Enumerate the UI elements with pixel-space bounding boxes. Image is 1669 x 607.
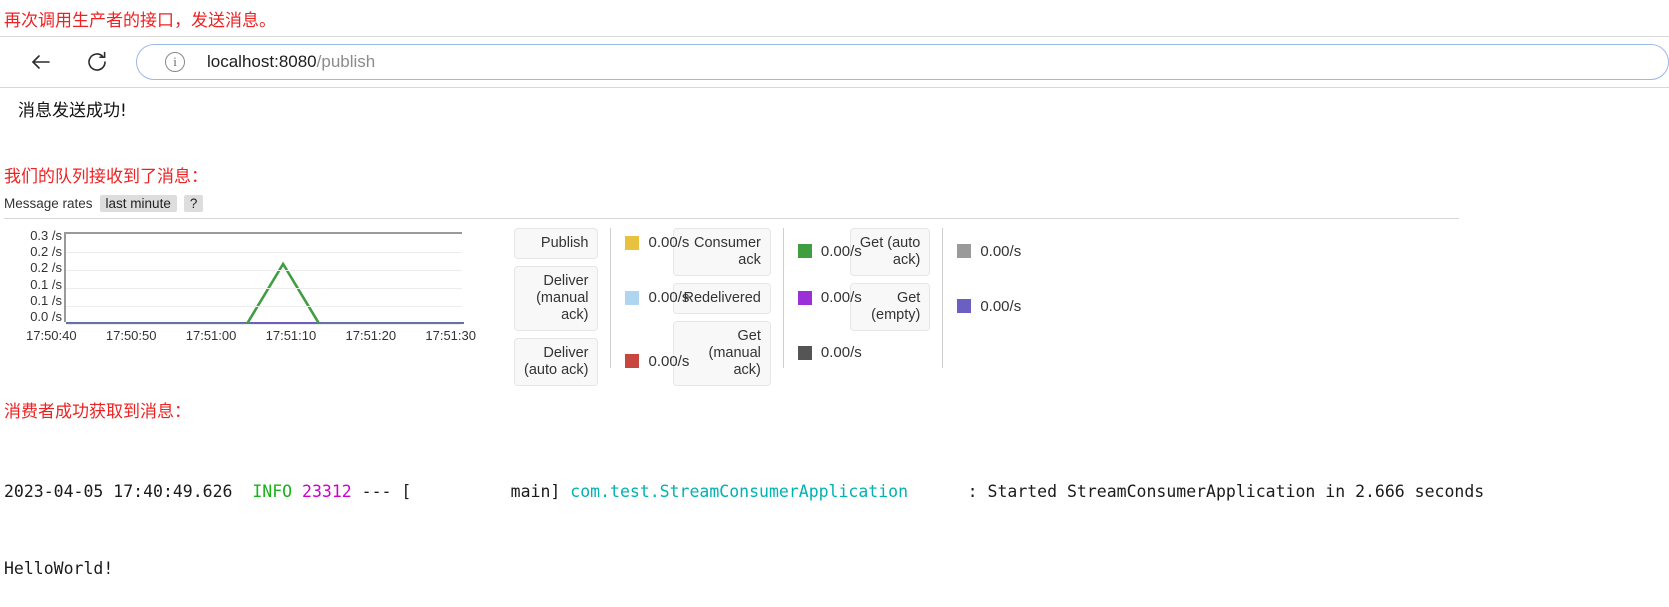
message-rates-title: Message rates — [4, 196, 93, 211]
log-level: INFO — [252, 482, 293, 502]
metric-value-row: 0.00/s — [957, 298, 1021, 315]
metric-label[interactable]: Deliver (manual ack) — [514, 265, 599, 331]
chart-gridline — [66, 270, 462, 271]
log-logger: com.test.StreamConsumerApplication — [570, 482, 909, 502]
metric-value-row: 0.00/s — [625, 289, 689, 306]
chart-x-axis: 17:50:40 17:50:50 17:51:00 17:51:10 17:51:20… — [26, 328, 476, 343]
chart-x-tick: 17:50:40 — [26, 328, 77, 343]
chart-gridline — [66, 306, 462, 307]
rates-chart: 0.3 /s 0.2 /s 0.2 /s 0.1 /s 0.1 /s 0.0 /s 17:… — [6, 228, 476, 360]
url-host: localhost:8080 — [207, 52, 317, 71]
legend-swatch-icon — [625, 235, 640, 250]
legend-swatch-icon — [957, 299, 972, 314]
log-separator: --- [ — [361, 482, 412, 502]
metric-rate-value: 0.00/s — [648, 234, 690, 252]
legend-values-consumer: 0.00/s 0.00/s 0.00/s — [782, 228, 862, 368]
legend-labels-consumer: Consumer ack Redelivered Get (manual ack) — [673, 228, 782, 386]
chart-y-tick: 0.2 /s — [30, 260, 62, 276]
chart-y-tick: 0.2 /s — [30, 244, 62, 260]
console-line-1: 2023-04-05 17:40:49.626 INFO 23312 --- [… — [4, 479, 1669, 505]
message-rates-header: Message rates last minute ? — [4, 195, 1459, 219]
metric-label[interactable]: Publish — [514, 228, 599, 259]
legend-values-get: 0.00/s 0.00/s — [942, 228, 1021, 368]
annotation-queue: 我们的队列接收到了消息： — [4, 167, 208, 187]
legend-values-publish: 0.00/s 0.00/s 0.00/s — [610, 228, 689, 370]
metric-rate-value: 0.00/s — [820, 289, 862, 307]
rates-period-button[interactable]: last minute — [99, 195, 177, 212]
metric-label[interactable]: Get (empty) — [849, 282, 931, 331]
legend-swatch-icon — [625, 354, 640, 369]
console-output: 2023-04-05 17:40:49.626 INFO 23312 --- [… — [4, 428, 1669, 607]
metric-rate-value: 0.00/s — [648, 352, 690, 370]
message-rates-panel: 0.3 /s 0.2 /s 0.2 /s 0.1 /s 0.1 /s 0.0 /s 17:… — [0, 228, 1460, 386]
chart-gridline — [66, 324, 462, 325]
metric-value-row: 0.00/s — [797, 242, 862, 260]
address-bar[interactable]: i localhost:8080/publish — [136, 44, 1669, 80]
chart-series-svg — [66, 261, 464, 324]
legend-group-consumer: Consumer ack Redelivered Get (manual ack) 0.0… — [673, 228, 862, 386]
chart-x-tick: 17:51:30 — [425, 328, 476, 343]
chart-gridline — [66, 288, 462, 289]
annotation-consumer: 消费者成功获取到消息： — [4, 402, 191, 422]
chart-x-tick: 17:51:00 — [185, 328, 237, 343]
chart-plot-area — [64, 232, 464, 325]
address-bar-url: localhost:8080/publish — [207, 52, 375, 72]
browser-toolbar: i localhost:8080/publish — [0, 36, 1669, 88]
chart-y-axis: 0.3 /s 0.2 /s 0.2 /s 0.1 /s 0.1 /s 0.0 /s — [6, 228, 62, 324]
chart-y-tick: 0.0 /s — [30, 308, 62, 324]
metric-rate-value: 0.00/s — [980, 297, 1022, 315]
chart-gridline — [66, 252, 462, 253]
publish-result-text: 消息发送成功! — [18, 101, 127, 121]
chart-y-tick: 0.1 /s — [30, 276, 62, 292]
legend-group-get: Get (auto ack) Get (empty) 0.00/s 0.00/s — [849, 228, 1021, 368]
legend-labels-get: Get (auto ack) Get (empty) — [849, 228, 942, 331]
metric-rate-value: 0.00/s — [980, 242, 1022, 260]
legend-swatch-icon — [957, 244, 972, 259]
annotation-top: 再次调用生产者的接口，发送消息。 — [4, 11, 276, 31]
log-thread: main] — [411, 482, 561, 502]
log-message: : Started StreamConsumerApplication in 2… — [908, 482, 1485, 502]
metric-value-row: 0.00/s — [625, 353, 689, 370]
metric-rate-value: 0.00/s — [820, 242, 862, 260]
console-line-2: HelloWorld! — [4, 558, 114, 578]
chart-x-tick: 17:51:20 — [345, 328, 397, 343]
metric-label[interactable]: Deliver (auto ack) — [514, 337, 599, 386]
chart-y-tick: 0.3 /s — [30, 228, 62, 243]
chart-x-tick: 17:51:10 — [265, 328, 317, 343]
metric-label[interactable]: Get (auto ack) — [849, 228, 931, 276]
metric-value-row: 0.00/s — [797, 289, 862, 307]
legend-labels-publish: Publish Deliver (manual ack) Deliver (auto ac… — [514, 228, 610, 386]
metric-value-row: 0.00/s — [797, 344, 862, 362]
site-info-icon[interactable]: i — [165, 52, 185, 72]
metric-value-row: 0.00/s — [957, 243, 1021, 260]
metric-rate-value: 0.00/s — [648, 289, 690, 307]
legend-swatch-icon — [625, 290, 640, 305]
metric-value-row: 0.00/s — [625, 234, 689, 251]
legend-swatch-icon — [797, 290, 812, 305]
chart-series-line — [66, 261, 464, 324]
chart-x-tick: 17:50:50 — [105, 328, 157, 343]
back-icon[interactable] — [20, 41, 62, 83]
log-pid: 23312 — [302, 482, 352, 502]
chart-y-tick: 0.1 /s — [30, 292, 62, 308]
reload-icon[interactable] — [76, 41, 118, 83]
legend-swatch-icon — [797, 244, 812, 259]
legend-swatch-icon — [797, 345, 812, 360]
metric-rate-value: 0.00/s — [820, 344, 862, 362]
rates-help-button[interactable]: ? — [183, 195, 204, 212]
url-path: /publish — [316, 52, 376, 71]
legend-group-publish: Publish Deliver (manual ack) Deliver (auto ac… — [514, 228, 689, 386]
log-timestamp: 2023-04-05 17:40:49.626 — [4, 482, 233, 502]
